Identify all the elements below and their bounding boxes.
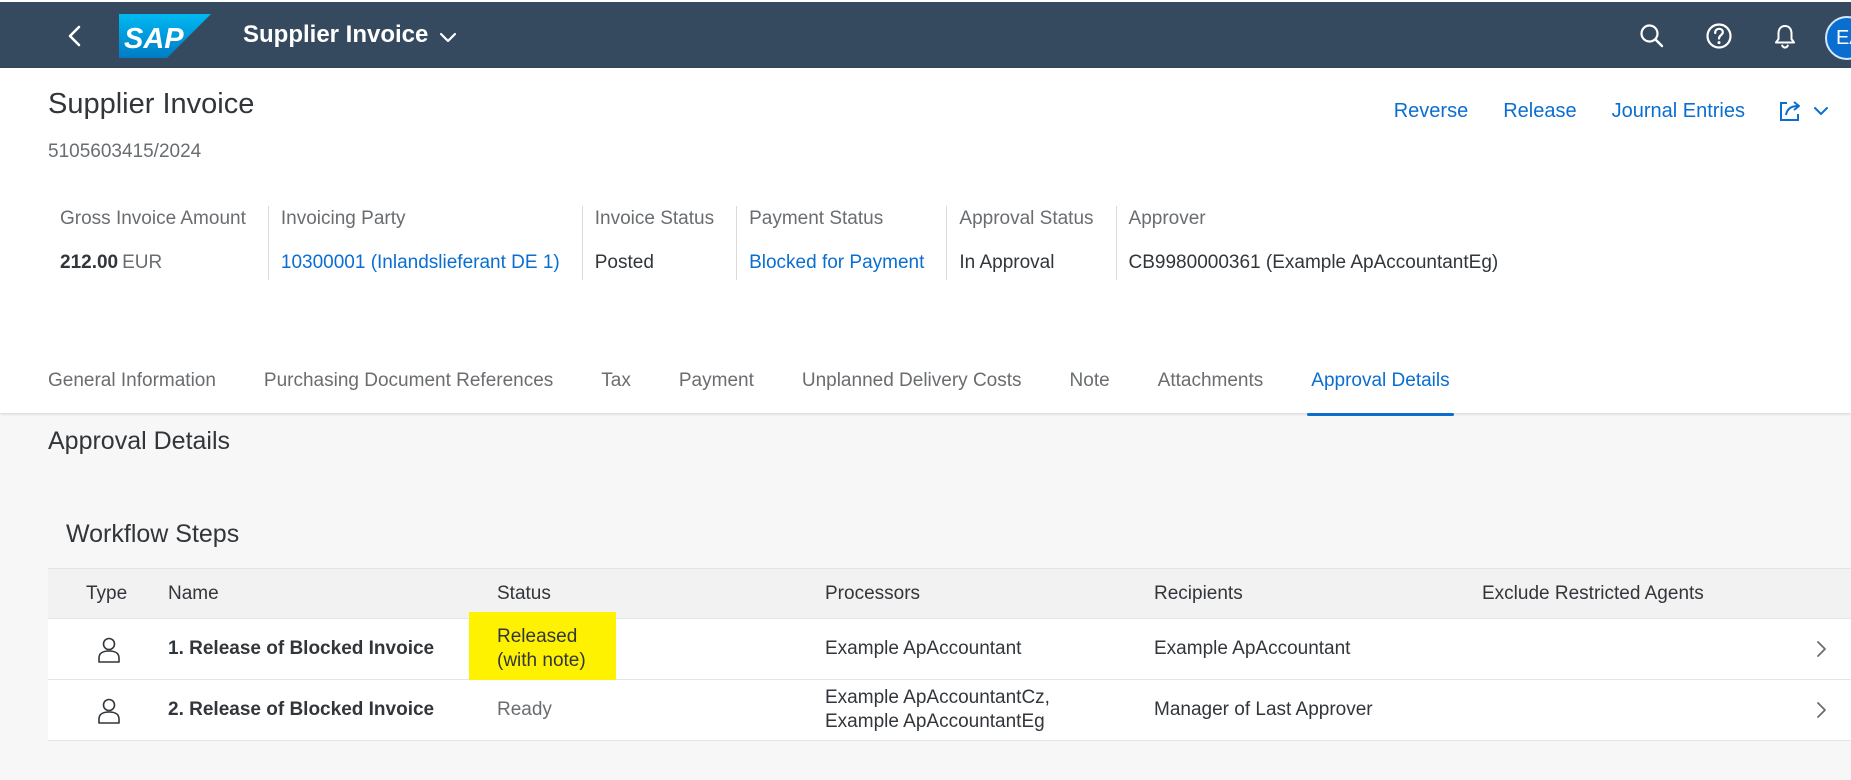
column-header-status: Status [497, 583, 551, 604]
gross-amount-currency: EUR [122, 252, 163, 273]
invoice-status-kpi: Invoice Status Posted [583, 206, 738, 280]
step-recipients: Example ApAccountant [1154, 638, 1351, 659]
help-icon[interactable] [1704, 21, 1734, 51]
table-row[interactable]: 2. Release of Blocked Invoice Ready Exam… [48, 680, 1851, 741]
share-menu-button[interactable] [1777, 98, 1829, 124]
approver-label: Approver [1128, 208, 1206, 229]
step-name: 2. Release of Blocked Invoice [168, 699, 435, 720]
gross-amount-value: 212.00 EUR [60, 252, 246, 274]
column-header-name: Name [168, 583, 219, 604]
invoicing-party-label: Invoicing Party [280, 208, 406, 229]
column-header-exclude-restricted-agents: Exclude Restricted Agents [1482, 583, 1704, 604]
table-header: Type Name Status Processors Recipients E… [48, 568, 1851, 619]
panel-title: Workflow Steps [66, 520, 240, 548]
sap-logo[interactable]: SAP [119, 14, 211, 58]
table-row[interactable]: 1. Release of Blocked Invoice Released (… [48, 612, 1851, 688]
header-actions: Reverse Release Journal Entries [1359, 98, 1829, 124]
section-tabs: General Information Purchasing Document … [48, 370, 1498, 416]
tab-purchasing-document-references[interactable]: Purchasing Document References [264, 370, 553, 410]
column-header-recipients: Recipients [1154, 583, 1243, 604]
payment-status-link[interactable]: Blocked for Payment [749, 252, 924, 274]
step-status-line1: Ready [497, 699, 552, 720]
search-icon[interactable] [1637, 21, 1667, 51]
journal-entries-button[interactable]: Journal Entries [1612, 100, 1745, 123]
chevron-right-icon[interactable] [1813, 639, 1829, 659]
invoice-status-label: Invoice Status [594, 208, 715, 229]
step-processors: Example ApAccountant [825, 638, 1022, 659]
gross-amount-number: 212.00 [60, 252, 119, 273]
workflow-steps-panel: Workflow Steps Type Name Status Processo… [48, 500, 1851, 780]
sap-logo-text: SAP [124, 23, 184, 55]
approval-status-kpi: Approval Status In Approval [947, 206, 1117, 280]
section-title: Approval Details [48, 427, 231, 455]
person-icon [98, 698, 120, 724]
approver-value: CB9980000361 (Example ApAccountantEg) [1128, 252, 1499, 273]
chevron-down-icon [440, 32, 457, 43]
step-processors-line2: Example ApAccountantEg [825, 711, 1045, 732]
person-icon [98, 637, 120, 663]
step-name: 1. Release of Blocked Invoice [168, 638, 435, 659]
step-processors-line1: Example ApAccountantCz, [825, 687, 1050, 708]
bell-icon[interactable] [1770, 21, 1800, 51]
gross-amount-label: Gross Invoice Amount [60, 208, 246, 229]
shell-bar: SAP Supplier Invoice EA [0, 0, 1851, 68]
share-icon [1780, 101, 1800, 121]
chevron-down-icon [1814, 107, 1828, 116]
user-avatar[interactable]: EA [1825, 16, 1851, 60]
object-page-header: Supplier Invoice 5105603415/2024 Reverse… [0, 68, 1851, 416]
back-icon[interactable] [62, 22, 90, 50]
column-header-processors: Processors [825, 583, 921, 604]
app-title-menu[interactable]: Supplier Invoice [243, 21, 458, 49]
approval-status-label: Approval Status [959, 208, 1094, 229]
gross-amount-kpi: Gross Invoice Amount 212.00 EUR [48, 206, 269, 280]
page-title: Supplier Invoice [48, 88, 255, 120]
approval-status-value: In Approval [959, 252, 1055, 273]
tab-note[interactable]: Note [1070, 370, 1110, 410]
document-number: 5105603415/2024 [48, 141, 202, 162]
payment-status-label: Payment Status [749, 208, 884, 229]
step-recipients: Manager of Last Approver [1154, 699, 1373, 720]
tab-tax[interactable]: Tax [601, 370, 631, 410]
payment-status-kpi: Payment Status Blocked for Payment [737, 206, 948, 280]
tab-unplanned-delivery-costs[interactable]: Unplanned Delivery Costs [802, 370, 1022, 410]
tab-payment[interactable]: Payment [679, 370, 754, 410]
invoice-status-value: Posted [594, 252, 654, 273]
column-header-type: Type [86, 583, 128, 604]
step-status-line1: Released [497, 626, 578, 647]
tab-attachments[interactable]: Attachments [1158, 370, 1264, 410]
reverse-button[interactable]: Reverse [1394, 100, 1468, 123]
invoicing-party-kpi: Invoicing Party 10300001 (Inlandsliefera… [269, 206, 583, 280]
workflow-steps-table: Type Name Status Processors Recipients E… [48, 568, 1851, 741]
step-status-line2: (with note) [497, 650, 586, 671]
tab-approval-details[interactable]: Approval Details [1307, 370, 1454, 416]
header-attributes: Gross Invoice Amount 212.00 EUR Invoicing… [48, 206, 1520, 280]
app-title: Supplier Invoice [243, 21, 429, 48]
chevron-right-icon[interactable] [1813, 700, 1829, 720]
tab-general-information[interactable]: General Information [48, 370, 216, 410]
release-button[interactable]: Release [1503, 100, 1576, 123]
approver-kpi: Approver CB9980000361 (Example ApAccount… [1117, 206, 1521, 280]
invoicing-party-link[interactable]: 10300001 (Inlandslieferant DE 1) [281, 252, 560, 274]
